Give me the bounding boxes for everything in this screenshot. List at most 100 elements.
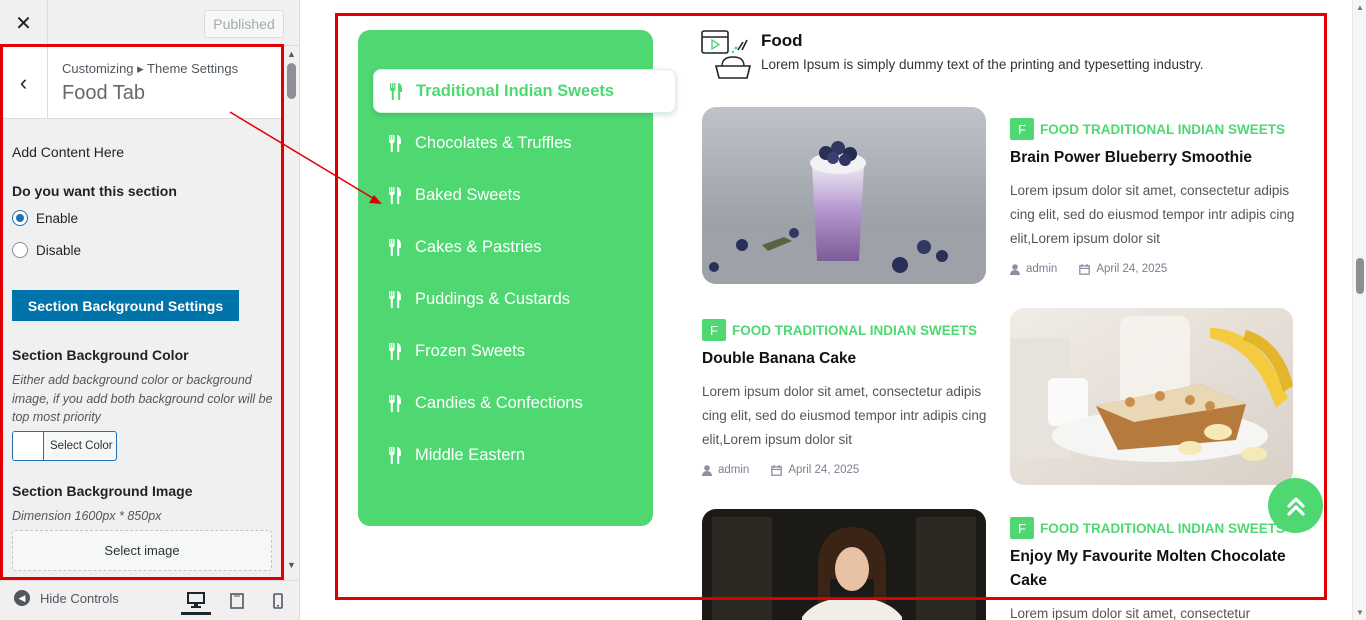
category-badge: F: [1010, 118, 1034, 140]
fork-knife-icon: [389, 186, 401, 204]
post-date-text: April 24, 2025: [1096, 263, 1168, 275]
fork-knife-icon: [389, 446, 401, 464]
select-image-button[interactable]: Select image: [12, 530, 272, 571]
tab-cakes-pastries[interactable]: Cakes & Pastries: [373, 225, 676, 269]
fork-knife-icon: [389, 290, 401, 308]
post-author[interactable]: admin: [1010, 263, 1057, 275]
radio-enable-dot[interactable]: [12, 210, 28, 226]
tab-candies-confections[interactable]: Candies & Confections: [373, 381, 676, 425]
radio-disable-dot[interactable]: [12, 242, 28, 258]
post-excerpt: Lorem ipsum dolor sit amet, consectetur: [1010, 606, 1251, 620]
category-badge: F: [1010, 517, 1034, 539]
post-card-double-banana-cake: F FOOD TRADITIONAL INDIAN SWEETS Double …: [702, 319, 987, 476]
tab-baked-sweets[interactable]: Baked Sweets: [373, 173, 676, 217]
customizer-header: ✕ Published: [0, 0, 299, 46]
post-author[interactable]: admin: [702, 464, 749, 476]
tab-middle-eastern[interactable]: Middle Eastern: [373, 433, 676, 477]
banana-cake-image: [1010, 308, 1293, 485]
tab-chocolates-truffles[interactable]: Chocolates & Truffles: [373, 121, 676, 165]
post-date-text: April 24, 2025: [788, 464, 860, 476]
select-color-button[interactable]: Select Color: [12, 431, 117, 461]
bg-image-dimension: Dimension 1600px * 850px: [12, 509, 162, 523]
post-excerpt: Lorem ipsum dolor sit amet, consectetur …: [1010, 183, 1295, 246]
post-date: April 24, 2025: [1079, 263, 1167, 275]
tablet-preview-button[interactable]: [222, 587, 252, 615]
close-icon: ✕: [15, 12, 32, 35]
post-category[interactable]: FOOD TRADITIONAL INDIAN SWEETS: [1040, 521, 1285, 536]
tab-label: Candies & Confections: [415, 393, 583, 412]
section-toggle-title: Do you want this section: [12, 183, 177, 199]
tab-label: Cakes & Pastries: [415, 237, 542, 256]
tab-label: Frozen Sweets: [415, 341, 526, 360]
double-chevron-up-icon: [1286, 496, 1305, 516]
scroll-down-arrow-icon[interactable]: ▼: [287, 560, 296, 570]
collapse-icon: ◀: [14, 590, 30, 606]
radio-disable[interactable]: Disable: [12, 242, 81, 258]
bg-color-description: Either add background color or backgroun…: [12, 373, 273, 424]
color-swatch[interactable]: [13, 432, 44, 460]
tab-frozen-sweets[interactable]: Frozen Sweets: [373, 329, 676, 373]
preview-scrollbar[interactable]: ▲ ▼: [1352, 0, 1366, 620]
tab-puddings-custards[interactable]: Puddings & Custards: [373, 277, 676, 321]
calendar-icon: [771, 464, 783, 476]
back-button[interactable]: ‹: [0, 47, 48, 119]
post-author-name: admin: [1026, 263, 1058, 275]
section-controls: Add Content Here Do you want this sectio…: [0, 120, 283, 580]
post-date: April 24, 2025: [771, 464, 859, 476]
section-header: ‹ Customizing ▸ Theme Settings Food Tab: [0, 47, 283, 119]
customizer-app: ✕ Published ‹ Customizing ▸ Theme Settin…: [0, 0, 1366, 620]
publish-button[interactable]: Published: [204, 10, 284, 38]
tab-label: Middle Eastern: [415, 445, 526, 464]
customizer-sidebar: ✕ Published ‹ Customizing ▸ Theme Settin…: [0, 0, 300, 620]
post-category[interactable]: FOOD TRADITIONAL INDIAN SWEETS: [1040, 122, 1285, 137]
girl-cooking-photo[interactable]: [702, 509, 986, 620]
close-customizer-button[interactable]: ✕: [0, 0, 48, 46]
tab-label: Chocolates & Truffles: [415, 133, 572, 152]
section-title: Food Tab: [62, 82, 146, 104]
mobile-preview-button[interactable]: [263, 587, 293, 615]
hide-controls-label: Hide Controls: [40, 590, 119, 606]
tab-label: Puddings & Custards: [415, 289, 571, 308]
post-card-brain-power-blueberry-smoothie: F FOOD TRADITIONAL INDIAN SWEETS Brain P…: [1010, 118, 1295, 275]
tab-traditional-indian-sweets[interactable]: Traditional Indian Sweets: [373, 69, 676, 113]
section-title: Food: [761, 31, 803, 50]
desktop-preview-button[interactable]: [181, 587, 211, 615]
sidebar-scrollbar-thumb[interactable]: [287, 63, 296, 99]
site-preview: Traditional Indian Sweets Chocolates & T…: [300, 0, 1352, 620]
banana-cake-photo[interactable]: [1010, 308, 1293, 485]
post-title[interactable]: Double Banana Cake: [702, 347, 987, 371]
tab-label: Traditional Indian Sweets: [416, 81, 615, 100]
tab-label: Baked Sweets: [415, 185, 521, 204]
radio-enable[interactable]: Enable: [12, 210, 78, 226]
mobile-icon: [273, 593, 283, 609]
customizer-footer: ◀ Hide Controls: [0, 580, 299, 620]
tablet-icon: [230, 593, 244, 609]
hide-controls-button[interactable]: ◀ Hide Controls: [14, 590, 119, 606]
post-card-molten-chocolate-cake: F FOOD TRADITIONAL INDIAN SWEETS Enjoy M…: [1010, 517, 1295, 620]
category-badge: F: [702, 319, 726, 341]
food-delivery-icon: [701, 30, 752, 79]
section-subtitle: Lorem Ipsum is simply dummy text of the …: [761, 57, 1204, 72]
fork-knife-icon: [389, 134, 401, 152]
post-category-row: F FOOD TRADITIONAL INDIAN SWEETS: [702, 319, 987, 341]
post-title[interactable]: Brain Power Blueberry Smoothie: [1010, 146, 1295, 170]
post-title[interactable]: Enjoy My Favourite Molten Chocolate Cake: [1010, 545, 1295, 593]
fork-knife-icon: [389, 394, 401, 412]
preview-scrollbar-thumb[interactable]: [1356, 258, 1364, 294]
post-excerpt: Lorem ipsum dolor sit amet, consectetur …: [702, 384, 987, 447]
post-category[interactable]: FOOD TRADITIONAL INDIAN SWEETS: [732, 323, 977, 338]
blueberry-smoothie-photo[interactable]: [702, 107, 986, 284]
post-meta: admin April 24, 2025: [702, 464, 987, 476]
scroll-to-top-button[interactable]: [1268, 478, 1323, 533]
scroll-up-arrow-icon[interactable]: ▲: [287, 49, 296, 59]
scroll-down-arrow-icon[interactable]: ▼: [1356, 608, 1364, 617]
sidebar-scrollbar[interactable]: ▲ ▼: [284, 47, 299, 572]
add-content-label: Add Content Here: [12, 144, 125, 160]
breadcrumb: Customizing ▸ Theme Settings: [62, 61, 239, 76]
fork-knife-icon: [389, 238, 401, 256]
radio-enable-label: Enable: [36, 210, 79, 226]
scroll-up-arrow-icon[interactable]: ▲: [1356, 3, 1364, 12]
section-background-settings-button[interactable]: Section Background Settings: [12, 290, 239, 321]
chevron-left-icon: ‹: [19, 70, 28, 95]
select-color-label: Select Color: [50, 440, 113, 452]
